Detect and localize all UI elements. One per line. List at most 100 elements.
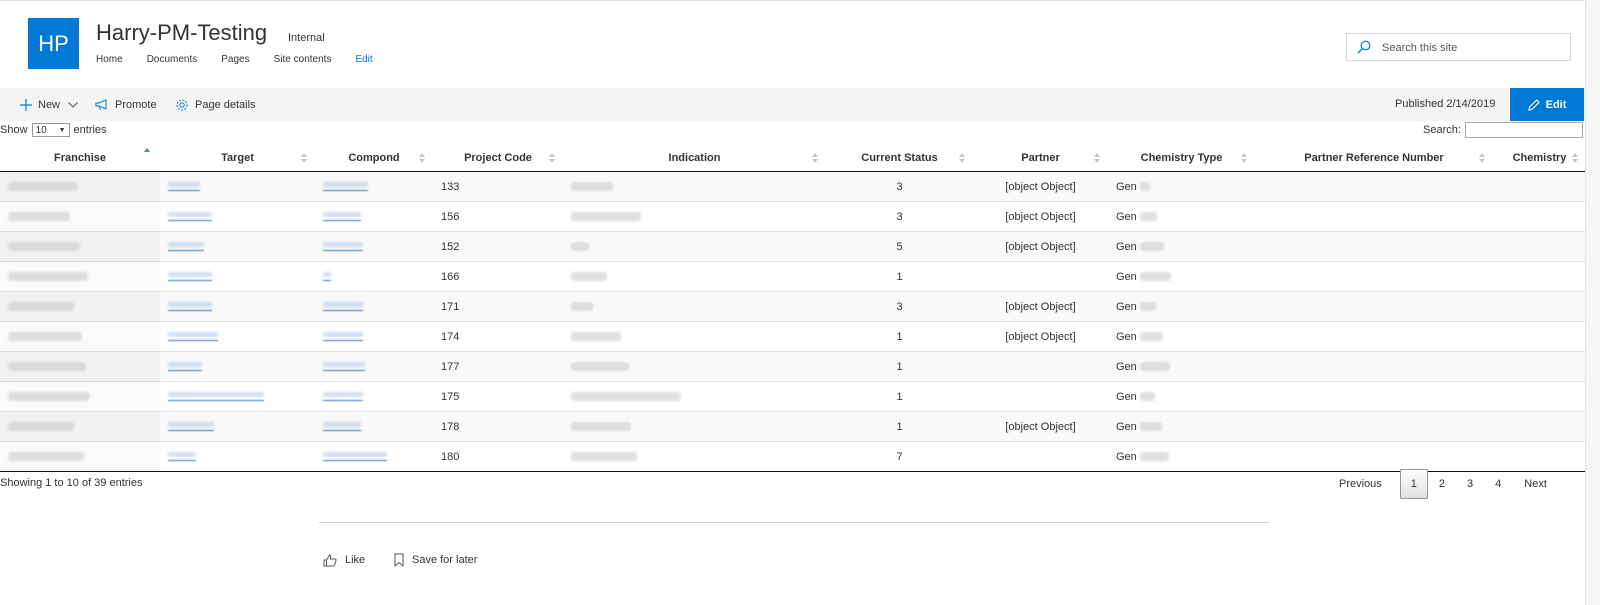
cell-partner <box>973 441 1108 472</box>
nav-pages[interactable]: Pages <box>221 54 249 65</box>
cell-compond[interactable] <box>315 291 433 322</box>
cell-partner: [object Object] <box>973 321 1108 352</box>
cell-partner-reference-number <box>1255 351 1493 382</box>
cell-compond[interactable] <box>315 321 433 352</box>
site-search-box[interactable] <box>1346 33 1571 61</box>
new-button[interactable]: New <box>20 88 78 121</box>
content-divider <box>319 522 1269 523</box>
edit-page-button[interactable]: Edit <box>1510 88 1584 121</box>
site-search-input[interactable] <box>1380 38 1569 58</box>
cell-compond[interactable] <box>315 201 433 232</box>
nav-documents[interactable]: Documents <box>147 54 198 65</box>
cell-indication <box>563 231 826 262</box>
cell-compond[interactable] <box>315 441 433 472</box>
compond-link[interactable] <box>323 242 363 252</box>
compond-link[interactable] <box>323 212 361 222</box>
cell-project-code: 177 <box>433 351 563 382</box>
pagination-page-1[interactable]: 1 <box>1399 469 1428 499</box>
compond-link[interactable] <box>323 272 331 282</box>
site-title[interactable]: Harry-PM-Testing <box>96 20 267 46</box>
nav-edit-link[interactable]: Edit <box>355 54 372 65</box>
column-header-chemistry-type[interactable]: Chemistry Type <box>1108 144 1255 172</box>
target-link[interactable] <box>168 212 212 222</box>
cell-franchise <box>0 171 160 202</box>
cell-compond[interactable] <box>315 231 433 262</box>
column-header-franchise[interactable]: Franchise <box>0 144 160 172</box>
column-header-current-status[interactable]: Current Status <box>826 144 973 172</box>
sort-both-icon <box>301 153 307 163</box>
target-link[interactable] <box>168 422 214 432</box>
site-logo[interactable]: HP <box>28 18 79 69</box>
target-link[interactable] <box>168 182 200 192</box>
cell-target[interactable] <box>160 441 315 472</box>
cell-indication <box>563 201 826 232</box>
cell-target[interactable] <box>160 171 315 202</box>
sort-both-icon <box>812 153 818 163</box>
nav-site-contents[interactable]: Site contents <box>274 54 332 65</box>
target-link[interactable] <box>168 392 264 402</box>
cell-target[interactable] <box>160 231 315 262</box>
sort-both-icon <box>1479 153 1485 163</box>
cell-chemistry <box>1493 321 1586 352</box>
cell-chemistry <box>1493 171 1586 202</box>
vertical-scrollbar[interactable] <box>1585 0 1600 605</box>
page-details-button[interactable]: Page details <box>175 88 256 121</box>
compond-link[interactable] <box>323 362 365 372</box>
cell-target[interactable] <box>160 261 315 292</box>
cell-chemistry <box>1493 201 1586 232</box>
promote-button-label: Promote <box>115 98 157 111</box>
target-link[interactable] <box>168 302 212 312</box>
compond-link[interactable] <box>323 452 387 462</box>
compond-link[interactable] <box>323 392 363 402</box>
cell-target[interactable] <box>160 411 315 442</box>
cell-target[interactable] <box>160 321 315 352</box>
table-search-input[interactable] <box>1464 122 1583 138</box>
table-row: 171 3 [object Object] Gen <box>0 291 1586 322</box>
show-label: Show <box>0 124 28 136</box>
target-link[interactable] <box>168 332 218 342</box>
target-link[interactable] <box>168 272 212 282</box>
column-header-chemistry[interactable]: Chemistry <box>1493 144 1586 172</box>
column-header-indication[interactable]: Indication <box>563 144 826 172</box>
cell-compond[interactable] <box>315 411 433 442</box>
pagination-previous[interactable]: Previous <box>1328 470 1400 498</box>
cell-franchise <box>0 351 160 382</box>
cell-target[interactable] <box>160 201 315 232</box>
cell-franchise <box>0 291 160 322</box>
cell-partner <box>973 381 1108 412</box>
cell-compond[interactable] <box>315 171 433 202</box>
cell-partner-reference-number <box>1255 321 1493 352</box>
pagination-page-3[interactable]: 3 <box>1456 470 1484 498</box>
like-button[interactable]: Like <box>323 552 365 568</box>
compond-link[interactable] <box>323 302 363 312</box>
cell-compond[interactable] <box>315 381 433 412</box>
promote-button[interactable]: Promote <box>95 88 157 121</box>
column-header-target[interactable]: Target <box>160 144 315 172</box>
cell-target[interactable] <box>160 381 315 412</box>
compond-link[interactable] <box>323 182 368 192</box>
cell-compond[interactable] <box>315 351 433 382</box>
pagination-page-2[interactable]: 2 <box>1428 470 1456 498</box>
published-status: Published 2/14/2019 <box>1395 98 1496 110</box>
column-header-compond[interactable]: Compond <box>315 144 433 172</box>
site-navigation: Home Documents Pages Site contents Edit <box>96 54 397 65</box>
target-link[interactable] <box>168 242 204 252</box>
cell-partner-reference-number <box>1255 261 1493 292</box>
compond-link[interactable] <box>323 422 361 432</box>
cell-target[interactable] <box>160 291 315 322</box>
target-link[interactable] <box>168 362 202 372</box>
pagination-page-4[interactable]: 4 <box>1484 470 1512 498</box>
nav-home[interactable]: Home <box>96 54 123 65</box>
column-header-partner[interactable]: Partner <box>973 144 1108 172</box>
column-header-partner-reference-number[interactable]: Partner Reference Number <box>1255 144 1493 172</box>
entries-per-page-select[interactable]: 10 ▼ <box>31 123 70 137</box>
cell-target[interactable] <box>160 351 315 382</box>
save-for-later-button[interactable]: Save for later <box>394 552 477 568</box>
table-info: Showing 1 to 10 of 39 entries <box>0 477 143 489</box>
cell-compond[interactable] <box>315 261 433 292</box>
column-header-project-code[interactable]: Project Code <box>433 144 563 172</box>
pagination-next[interactable]: Next <box>1512 470 1558 498</box>
target-link[interactable] <box>168 452 196 462</box>
compond-link[interactable] <box>323 332 363 342</box>
pencil-icon <box>1527 98 1540 111</box>
